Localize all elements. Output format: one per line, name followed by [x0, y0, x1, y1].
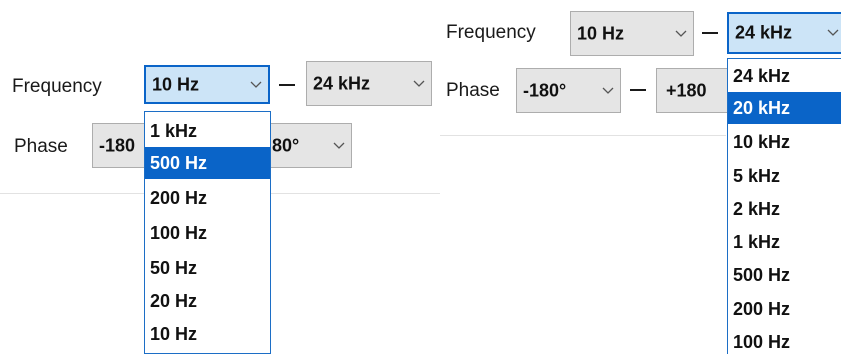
- dropdown-option[interactable]: 20 Hz: [145, 285, 270, 317]
- dropdown-option[interactable]: 5 kHz: [728, 160, 841, 192]
- dropdown-option[interactable]: 10 Hz: [145, 318, 270, 350]
- frequency-from-select[interactable]: 10 Hz: [144, 65, 270, 104]
- section-divider: [440, 135, 726, 136]
- phase-label: Phase: [446, 80, 500, 101]
- frequency-to-value: 24 kHz: [735, 22, 793, 43]
- dropdown-option[interactable]: 200 Hz: [145, 182, 270, 214]
- dropdown-option-selected[interactable]: 500 Hz: [145, 147, 270, 179]
- phase-from-select[interactable]: -180°: [516, 68, 621, 113]
- dropdown-option[interactable]: 50 Hz: [145, 252, 270, 284]
- dropdown-option[interactable]: 100 Hz: [728, 326, 841, 354]
- phase-to-select[interactable]: +180: [656, 68, 736, 113]
- chevron-down-icon: [250, 81, 262, 89]
- chevron-down-icon: [333, 142, 345, 150]
- chevron-down-icon: [413, 80, 425, 88]
- dropdown-option[interactable]: 24 kHz: [728, 60, 841, 92]
- dropdown-option[interactable]: 200 Hz: [728, 293, 841, 325]
- frequency-label: Frequency: [12, 76, 102, 97]
- dropdown-option[interactable]: 2 kHz: [728, 193, 841, 225]
- frequency-to-select[interactable]: 24 kHz: [727, 12, 841, 54]
- frequency-from-select[interactable]: 10 Hz: [570, 11, 694, 56]
- frequency-from-dropdown[interactable]: 1 kHz 500 Hz 200 Hz 100 Hz 50 Hz 20 Hz 1…: [144, 111, 271, 354]
- chevron-down-icon: [827, 29, 839, 37]
- chevron-down-icon: [675, 30, 687, 38]
- phase-from-value: -180°: [523, 80, 567, 100]
- frequency-label: Frequency: [446, 22, 536, 43]
- phase-to-select[interactable]: 80°: [258, 123, 352, 168]
- frequency-to-select[interactable]: 24 kHz: [306, 61, 432, 106]
- dropdown-option[interactable]: 1 kHz: [145, 115, 270, 147]
- phase-to-value: 80°: [272, 135, 300, 155]
- dropdown-option[interactable]: 1 kHz: [728, 226, 841, 258]
- phase-to-value: +180: [666, 80, 707, 100]
- dropdown-option[interactable]: 10 kHz: [728, 126, 841, 158]
- phase-label: Phase: [14, 136, 68, 157]
- range-dash: [279, 84, 295, 86]
- dropdown-option-selected[interactable]: 20 kHz: [728, 92, 841, 124]
- phase-from-value: -180: [99, 135, 136, 155]
- frequency-from-value: 10 Hz: [577, 23, 625, 43]
- chevron-down-icon: [602, 87, 614, 95]
- frequency-from-value: 10 Hz: [152, 74, 200, 94]
- dropdown-option[interactable]: 500 Hz: [728, 259, 841, 291]
- dropdown-option[interactable]: 100 Hz: [145, 217, 270, 249]
- range-dash: [702, 32, 718, 34]
- range-dash: [630, 89, 646, 91]
- frequency-to-value: 24 kHz: [313, 73, 371, 93]
- frequency-to-dropdown[interactable]: 24 kHz 20 kHz 10 kHz 5 kHz 2 kHz 1 kHz 5…: [727, 58, 841, 354]
